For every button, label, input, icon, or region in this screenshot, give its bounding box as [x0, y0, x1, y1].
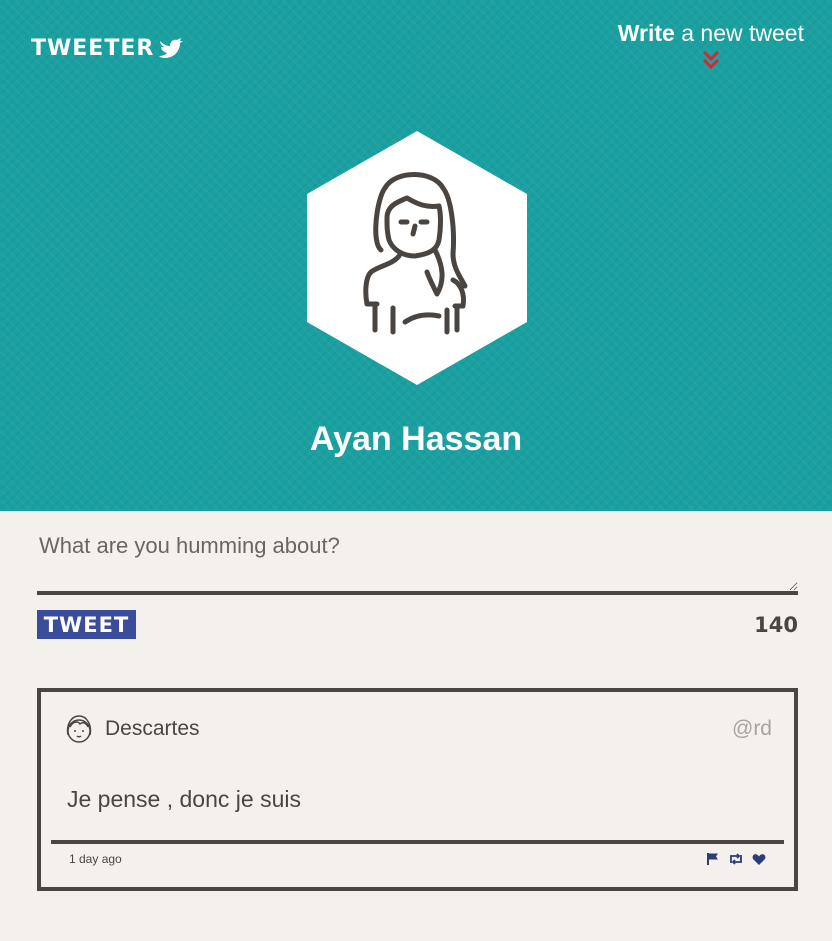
tweet-actions — [706, 852, 766, 866]
bird-icon — [159, 37, 184, 58]
tweet-button[interactable]: TWEET — [37, 610, 136, 639]
double-chevron-down-icon[interactable] — [700, 49, 722, 71]
profile-name: Ayan Hassan — [309, 420, 523, 458]
brand-name: TWEETER — [31, 36, 155, 61]
character-counter: 140 — [754, 612, 798, 637]
write-new-tweet-link[interactable]: Write a new tweet — [618, 20, 804, 71]
tweet-divider — [51, 840, 784, 844]
profile-avatar — [306, 130, 528, 386]
retweet-icon[interactable] — [728, 852, 744, 866]
tweet-content: Je pense , donc je suis — [67, 786, 301, 812]
tweet-handle: @rd — [732, 717, 772, 740]
woman-avatar-icon — [363, 172, 468, 335]
tweet-footer: 1 day ago — [69, 852, 766, 866]
brand-logo[interactable]: TWEETER — [31, 36, 184, 61]
tweet-input[interactable] — [37, 523, 798, 595]
compose-actions: TWEET 140 — [37, 610, 798, 639]
write-link-rest: a new tweet — [674, 20, 804, 46]
tweet-header: Descartes @rd — [63, 712, 772, 746]
write-link-bold: Write — [617, 20, 675, 46]
tweet-author: Descartes — [105, 717, 200, 740]
tweet-timestamp: 1 day ago — [69, 852, 122, 866]
flag-icon[interactable] — [706, 852, 720, 866]
user-avatar-icon — [66, 715, 92, 743]
profile-header: TWEETER Write a new tweet Ayan Hassan — [0, 0, 832, 511]
tweet-card: Descartes @rd Je pense , donc je suis 1 … — [37, 688, 798, 891]
heart-icon[interactable] — [752, 853, 766, 866]
compose-form: TWEET 140 — [37, 523, 798, 639]
